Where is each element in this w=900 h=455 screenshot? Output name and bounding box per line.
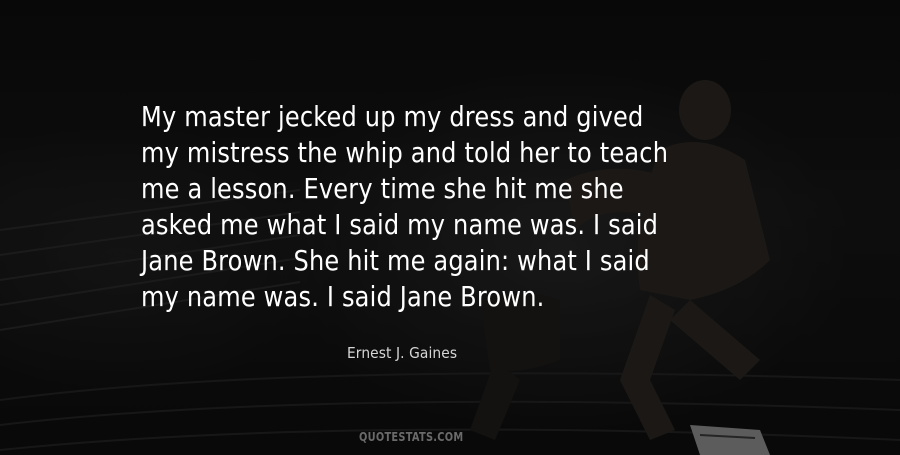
quote-line-1: My master jecked up my dress and gived (141, 100, 644, 133)
quote-line-6: my name was. I said Jane Brown. (141, 280, 545, 313)
quote-line-2: my mistress the whip and told her to tea… (141, 136, 669, 169)
quote-card: My master jecked up my dress and gived m… (0, 0, 900, 455)
site-watermark: QUOTESTATS.COM (359, 430, 464, 444)
quote-line-3: me a lesson. Every time she hit me she (141, 172, 624, 205)
quote-line-4: asked me what I said my name was. I said (141, 208, 659, 241)
quote-text: My master jecked up my dress and gived m… (141, 99, 691, 315)
quote-line-5: Jane Brown. She hit me again: what I sai… (141, 244, 650, 277)
quote-author: Ernest J. Gaines (347, 344, 458, 362)
